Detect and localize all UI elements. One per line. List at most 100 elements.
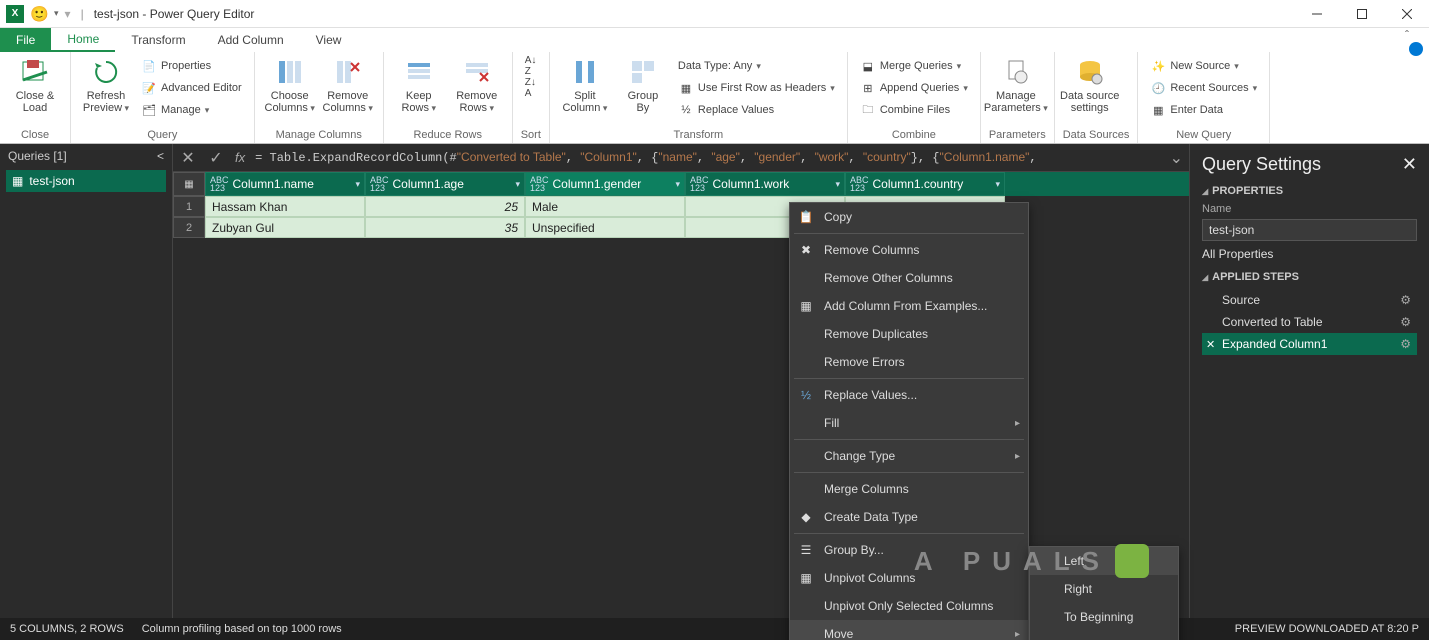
- advanced-editor-button[interactable]: 📝Advanced Editor: [137, 78, 246, 98]
- window-title: test-json - Power Query Editor: [94, 7, 255, 21]
- table-row[interactable]: 2 Zubyan Gul 35 Unspecified Pakistan: [173, 217, 1189, 238]
- collapse-ribbon-icon[interactable]: ˆ: [1395, 28, 1419, 42]
- manage-button[interactable]: 🗂Manage: [137, 100, 246, 120]
- help-icon[interactable]: [1409, 42, 1423, 56]
- tab-home[interactable]: Home: [51, 28, 115, 52]
- split-column-button[interactable]: Split Column: [558, 54, 612, 114]
- status-bar: 5 COLUMNS, 2 ROWS Column profiling based…: [0, 618, 1429, 640]
- query-name-input[interactable]: [1202, 219, 1417, 241]
- row-number[interactable]: 1: [173, 196, 205, 217]
- first-row-headers-button[interactable]: ▦Use First Row as Headers: [674, 78, 839, 98]
- properties-section[interactable]: PROPERTIES: [1202, 185, 1417, 197]
- step-source[interactable]: Source⚙: [1202, 289, 1417, 311]
- ctx-move-to-beginning[interactable]: To Beginning: [1030, 603, 1178, 631]
- data-source-settings-button[interactable]: Data source settings: [1063, 54, 1117, 114]
- column-header-gender[interactable]: ABC123Column1.gender▾: [525, 172, 685, 196]
- filter-icon[interactable]: ▾: [675, 179, 680, 190]
- status-profiling[interactable]: Column profiling based on top 1000 rows: [142, 623, 342, 635]
- sort-desc-button[interactable]: Z↓A: [521, 78, 541, 98]
- table-row[interactable]: 1 Hassam Khan 25 Male Pakistan: [173, 196, 1189, 217]
- collapse-queries-icon[interactable]: <: [157, 149, 164, 163]
- manage-parameters-button[interactable]: Manage Parameters: [989, 54, 1043, 114]
- remove-rows-button[interactable]: Remove Rows: [450, 54, 504, 114]
- ctx-add-column-examples[interactable]: ▦Add Column From Examples...: [790, 292, 1028, 320]
- ctx-remove-duplicates[interactable]: Remove Duplicates: [790, 320, 1028, 348]
- formula-input[interactable]: = Table.ExpandRecordColumn(#"Converted t…: [255, 150, 1159, 165]
- ctx-move-to-end[interactable]: To End: [1030, 631, 1178, 640]
- column-header-work[interactable]: ABC123Column1.work▾: [685, 172, 845, 196]
- chevron-down-icon[interactable]: ▾: [54, 8, 59, 19]
- new-source-button[interactable]: ✨New Source: [1146, 56, 1261, 76]
- ctx-move-right[interactable]: Right: [1030, 575, 1178, 603]
- ctx-unpivot-selected[interactable]: Unpivot Only Selected Columns: [790, 592, 1028, 620]
- ctx-remove-errors[interactable]: Remove Errors: [790, 348, 1028, 376]
- ctx-copy[interactable]: 📋Copy: [790, 203, 1028, 231]
- close-load-button[interactable]: Close & Load: [8, 54, 62, 114]
- filter-icon[interactable]: ▾: [835, 179, 840, 190]
- group-reduce-rows-label: Reduce Rows: [392, 127, 504, 143]
- queries-pane: Queries [1] < ▦ test-json: [0, 144, 173, 618]
- column-header-country[interactable]: ABC123Column1.country▾: [845, 172, 1005, 196]
- tab-view[interactable]: View: [300, 28, 358, 52]
- gear-icon[interactable]: ⚙: [1400, 293, 1411, 307]
- filter-icon[interactable]: ▾: [355, 179, 360, 190]
- all-properties-link[interactable]: All Properties: [1202, 247, 1417, 261]
- copy-icon: 📋: [798, 209, 814, 225]
- ctx-merge-columns[interactable]: Merge Columns: [790, 475, 1028, 503]
- data-type-button[interactable]: Data Type: Any: [674, 56, 839, 76]
- filter-icon[interactable]: ▾: [995, 179, 1000, 190]
- filter-icon[interactable]: ▾: [515, 179, 520, 190]
- fx-icon[interactable]: fx: [235, 150, 245, 165]
- cancel-formula-icon[interactable]: ✕: [179, 148, 197, 168]
- merge-queries-button[interactable]: ⬓Merge Queries: [856, 56, 972, 76]
- row-number[interactable]: 2: [173, 217, 205, 238]
- minimize-button[interactable]: [1294, 0, 1339, 28]
- enter-data-button[interactable]: ▦Enter Data: [1146, 100, 1261, 120]
- separator: [794, 533, 1024, 534]
- choose-columns-button[interactable]: Choose Columns: [263, 54, 317, 114]
- ctx-move[interactable]: Move: [790, 620, 1028, 640]
- separator: [794, 439, 1024, 440]
- recent-sources-button[interactable]: 🕘Recent Sources: [1146, 78, 1261, 98]
- step-expanded-column1[interactable]: ✕Expanded Column1⚙: [1202, 333, 1417, 355]
- group-close-label: Close: [8, 127, 62, 143]
- watermark-avatar-icon: [1115, 544, 1149, 578]
- properties-button[interactable]: 📄Properties: [137, 56, 246, 76]
- column-header-age[interactable]: ABC123Column1.age▾: [365, 172, 525, 196]
- append-queries-button[interactable]: ⊞Append Queries: [856, 78, 972, 98]
- maximize-button[interactable]: [1339, 0, 1384, 28]
- step-converted-to-table[interactable]: Converted to Table⚙: [1202, 311, 1417, 333]
- combine-files-button[interactable]: 🗀Combine Files: [856, 100, 972, 120]
- table-icon: ▦: [12, 174, 23, 188]
- remove-icon: ✖: [798, 242, 814, 258]
- select-all-corner[interactable]: ▦: [173, 172, 205, 196]
- accept-formula-icon[interactable]: ✓: [207, 148, 225, 168]
- gear-icon[interactable]: ⚙: [1400, 315, 1411, 329]
- close-settings-icon[interactable]: ✕: [1402, 154, 1417, 175]
- tab-file[interactable]: File: [0, 28, 51, 52]
- group-by-button[interactable]: Group By: [616, 54, 670, 114]
- keep-rows-button[interactable]: Keep Rows: [392, 54, 446, 114]
- ctx-replace-values[interactable]: ½Replace Values...: [790, 381, 1028, 409]
- remove-columns-button[interactable]: Remove Columns: [321, 54, 375, 114]
- expand-formula-icon[interactable]: ⌄: [1170, 148, 1183, 168]
- tab-transform[interactable]: Transform: [115, 28, 201, 52]
- refresh-preview-button[interactable]: Refresh Preview: [79, 54, 133, 114]
- ctx-change-type[interactable]: Change Type: [790, 442, 1028, 470]
- ctx-fill[interactable]: Fill: [790, 409, 1028, 437]
- group-sort-label: Sort: [521, 127, 541, 143]
- applied-steps-section[interactable]: APPLIED STEPS: [1202, 271, 1417, 283]
- ctx-remove-other-columns[interactable]: Remove Other Columns: [790, 264, 1028, 292]
- unpivot-icon: ▦: [798, 570, 814, 586]
- close-button[interactable]: [1384, 0, 1429, 28]
- sort-asc-button[interactable]: A↓Z: [521, 56, 541, 76]
- delete-step-icon[interactable]: ✕: [1206, 338, 1215, 351]
- replace-values-button[interactable]: ½Replace Values: [674, 100, 839, 120]
- gear-icon[interactable]: ⚙: [1400, 337, 1411, 351]
- column-header-name[interactable]: ABC123Column1.name▾: [205, 172, 365, 196]
- smiley-icon[interactable]: 🙂: [30, 5, 48, 23]
- query-item-test-json[interactable]: ▦ test-json: [6, 170, 166, 192]
- tab-add-column[interactable]: Add Column: [202, 28, 300, 52]
- ctx-create-data-type[interactable]: ◆Create Data Type: [790, 503, 1028, 531]
- ctx-remove-columns[interactable]: ✖Remove Columns: [790, 236, 1028, 264]
